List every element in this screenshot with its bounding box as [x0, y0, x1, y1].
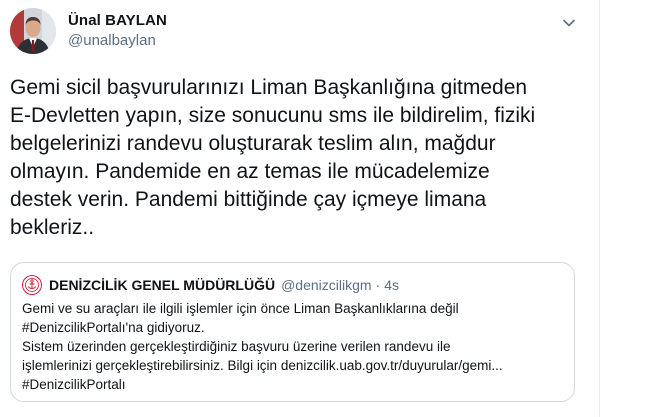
- tweet-text-line: olmayın. Pandemide en az temas ile mücad…: [10, 160, 490, 183]
- tweet-text-line: belgelerinizi randevu oluşturarak teslim…: [10, 132, 496, 155]
- quoted-text-line: #DenizcilikPortalı: [22, 377, 126, 392]
- quoted-avatar[interactable]: [22, 275, 42, 295]
- quoted-display-name[interactable]: DENİZCİLİK GENEL MÜDÜRLÜĞÜ: [49, 277, 275, 293]
- quoted-tweet-header: DENİZCİLİK GENEL MÜDÜRLÜĞÜ @denizcilikgm…: [22, 275, 399, 295]
- tweet-card: Ünal BAYLAN @unalbaylan Gemi sicil başvu…: [0, 0, 600, 417]
- display-name[interactable]: Ünal BAYLAN: [68, 12, 167, 29]
- tweet-text-line: destek verin. Pandemi bittiğinde çay içm…: [10, 188, 487, 211]
- quoted-tweet-text: Gemi ve su araçları ile ilgili işlemler …: [22, 299, 567, 394]
- quoted-text-line: #DenizcilikPortalı'na gidiyoruz.: [22, 320, 205, 335]
- more-options-button[interactable]: [556, 10, 582, 36]
- quoted-user-handle[interactable]: @denizcilikgm: [281, 277, 371, 293]
- separator-dot: ·: [375, 277, 381, 293]
- quoted-tweet[interactable]: DENİZCİLİK GENEL MÜDÜRLÜĞÜ @denizcilikgm…: [10, 262, 575, 402]
- tweet-text-line: bekleriz..: [10, 216, 95, 239]
- quoted-text-line: işlemlerinizi gerçekleştirebilirsiniz. B…: [22, 358, 503, 373]
- avatar[interactable]: [10, 8, 56, 54]
- tweet-text-line: E-Devletten yapın, size sonucunu sms ile…: [10, 104, 536, 127]
- user-handle[interactable]: @unalbaylan: [68, 32, 156, 49]
- quoted-text-line: Gemi ve su araçları ile ilgili işlemler …: [22, 301, 459, 316]
- quoted-timestamp[interactable]: 4s: [384, 277, 399, 293]
- anchor-logo-icon: [22, 275, 42, 295]
- avatar-photo: [10, 8, 56, 54]
- quoted-text-line: Sistem üzerinden gerçekleştirdiğiniz baş…: [22, 339, 451, 354]
- chevron-down-icon: [563, 19, 575, 27]
- tweet-text: Gemi sicil başvurularınızı Liman Başkanl…: [10, 74, 570, 242]
- tweet-text-line: Gemi sicil başvurularınızı Liman Başkanl…: [10, 76, 528, 99]
